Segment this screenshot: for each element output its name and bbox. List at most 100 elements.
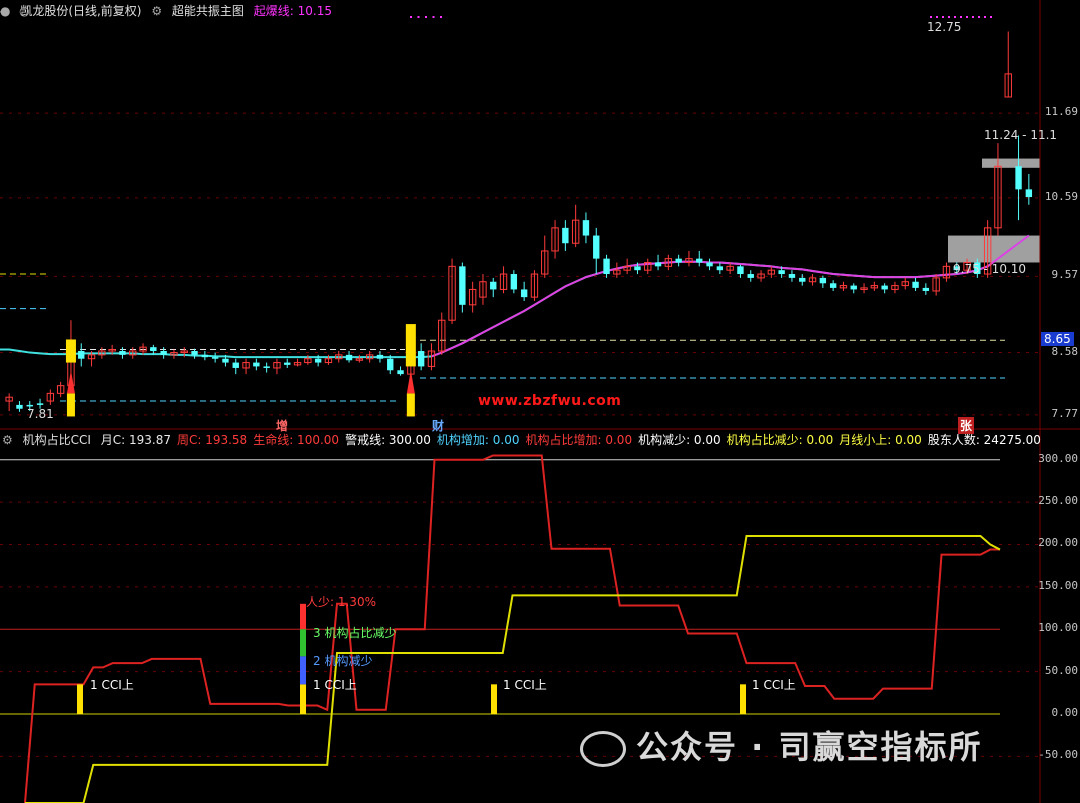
tag-reduce: 2 机构减少 [313,654,373,668]
sub-legend-item: 月C: 193.87 [100,433,171,447]
candle-body [706,262,713,267]
candle-body [201,354,209,358]
candle-body [417,351,425,367]
candle [942,262,951,282]
candle [119,347,126,359]
candle-body [582,220,590,236]
candle [747,270,754,282]
candle [593,227,600,275]
candle [685,250,693,267]
candle [510,270,518,294]
candle [78,343,85,367]
signal-bar [405,324,416,367]
candle [706,258,713,271]
candle [850,283,857,294]
cci-signal-bar [77,684,83,714]
diamond-icon[interactable]: ◇ [0,4,9,18]
candle [767,266,776,278]
sub-chart-header: ⚙ 机构占比CCI 月C: 193.87 周C: 193.58 生命线: 100.0… [2,431,1047,449]
candle-body [1025,189,1033,198]
candle-body [510,274,518,290]
candle-body [654,262,662,267]
candle-body [376,354,384,359]
moving-average-lines [0,234,1030,359]
candle [808,274,817,286]
sub-indicator-title: 机构占比CCI [22,433,91,447]
candle-body [788,274,796,278]
candle-body [737,266,744,275]
candle [1015,135,1022,221]
sub-legend-item: 机构占比增加: 0.00 [525,433,633,447]
candle [675,254,682,267]
candle [5,393,13,412]
candle [839,281,848,291]
cci-reduce-ratio-bar [300,629,306,657]
price-grid [0,112,1040,416]
candle [479,274,487,305]
sub-legend-item: 警戒线: 300.00 [345,433,431,447]
candle [1025,173,1033,205]
candle [912,277,919,291]
candle-body [16,404,23,409]
watermark: www.zbzfwu.com [478,393,622,409]
cci-tick-label: 200.00 [1038,536,1078,550]
candle-body [593,235,600,259]
last-price-label: 8.65 [1041,332,1074,346]
cci-signal-bar [740,684,746,714]
candle [253,358,260,371]
candle [490,277,497,298]
price-tick-label: 7.77 [1051,406,1079,420]
candle [56,381,65,398]
candle [417,343,425,371]
candle-body [314,358,322,363]
candle-body [922,287,930,291]
candle [870,281,879,291]
candle-body [211,357,219,359]
sub-legend-item: 月线小上: 0.00 [839,433,922,447]
cci-signal-bar [491,684,497,714]
candle-body [253,362,260,367]
candle-body [150,347,157,352]
close-icon[interactable]: ○ [19,4,29,18]
candle [922,283,930,295]
candle-body [562,227,569,244]
rocket-body [66,393,75,417]
candle [613,262,621,278]
candle [211,352,219,363]
candle [603,254,610,278]
window-controls: ◇ ○ [0,2,1040,20]
price-tick-label: 8.58 [1051,344,1079,358]
sub-legend-item: 周C: 193.58 [176,433,248,447]
ma-cyan-line [0,234,1030,359]
candle [397,366,404,376]
zone-lower [948,235,1040,263]
cci-tick-label: 300.00 [1038,451,1078,465]
candle-body [490,281,497,290]
candle [819,275,827,288]
candle-body [520,289,528,298]
candle-body [36,403,44,405]
cci-tag-2: 1 CCI上 [313,678,357,692]
candle [459,262,466,313]
candle-body [232,362,239,368]
candle-body [459,266,466,305]
mark-zhang: 张 [958,417,975,434]
candle [644,258,652,275]
candle [16,401,23,412]
cci-tick-label: 100.00 [1038,621,1078,635]
signal-bar [65,339,76,363]
candle [242,358,250,375]
zone-upper [982,158,1040,168]
candle-body [716,266,724,271]
candle [799,274,806,286]
gear-icon[interactable]: ⚙ [2,433,13,447]
wechat-text: 公众号 · 司赢空指标所 [636,728,983,766]
candle [438,312,446,355]
candle-body [675,258,682,263]
cci-tick-label: -50.00 [1038,748,1078,762]
candle [232,358,239,375]
candle [284,358,291,368]
candle [520,281,528,301]
candle-body [119,351,126,355]
tag-reduce-ratio: 3 机构占比减少 [313,626,397,640]
